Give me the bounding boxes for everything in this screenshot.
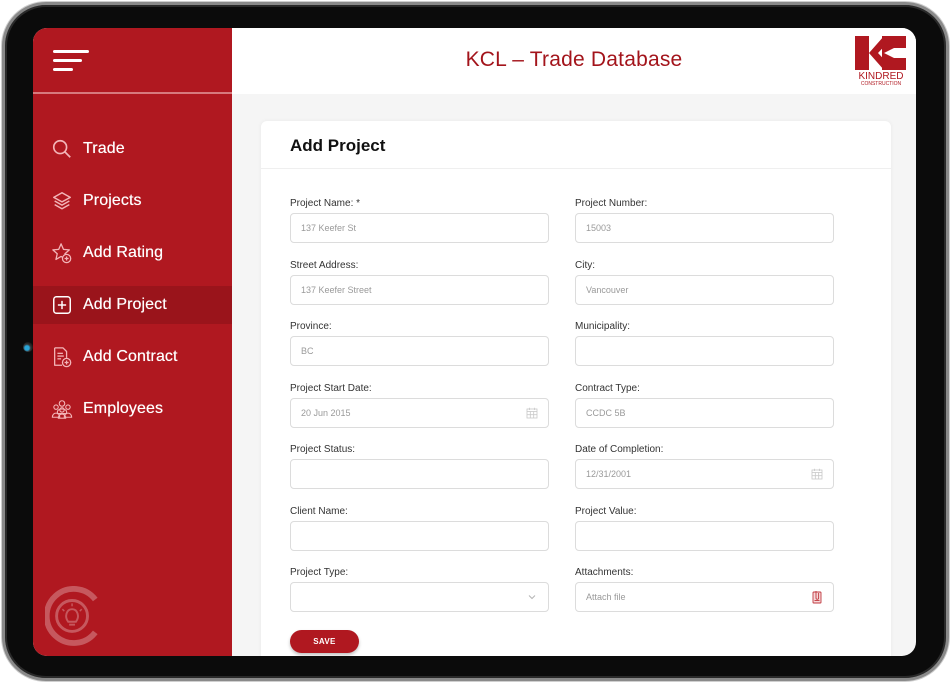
calendar-icon[interactable] [526,407,538,419]
sidebar-nav: Trade Projects Add Rating Add Project Ad… [33,130,232,442]
people-icon [51,398,73,420]
sidebar-item-label: Employees [83,400,164,417]
plus-square-icon [51,294,73,316]
province-input[interactable]: BC [290,336,549,366]
municipality-label: Municipality: [575,321,631,332]
project-name-label: Project Name: * [290,198,361,209]
province-field: Province: BC [290,320,550,366]
city-field: City: Vancouver [575,259,835,305]
client-name-field: Client Name: [290,505,550,551]
svg-text:CONSTRUCTION: CONSTRUCTION [861,81,902,87]
document-add-icon [51,346,73,368]
contract-type-input[interactable]: CCDC 5B [575,397,834,428]
project-name-field: Project Name: * 137 Keefer St [290,197,550,243]
project-name-placeholder: 137 Keefer St [301,223,357,233]
menu-icon[interactable] [53,50,91,74]
project-type-field: Project Type: [290,566,550,612]
attachments-field: Attachments: Attach file [575,566,835,612]
attachment-icon[interactable] [811,591,823,604]
sidebar-item-add-project[interactable]: Add Project [33,286,232,324]
save-button[interactable]: SAVE [290,630,359,653]
sidebar-item-add-rating[interactable]: Add Rating [33,234,232,272]
attachments-label: Attachments: [575,567,634,578]
date-of-completion-placeholder: 12/31/2001 [586,469,632,479]
client-name-input[interactable] [290,520,549,551]
sidebar-item-trade[interactable]: Trade [33,130,232,168]
date-of-completion-field: Date of Completion: 12/31/2001 [575,443,835,489]
project-number-placeholder: 15003 [586,223,612,233]
sidebar-item-projects[interactable]: Projects [33,182,232,220]
project-status-label: Project Status: [290,444,356,455]
street-address-label: Street Address: [290,259,359,271]
sidebar-item-employees[interactable]: Employees [33,390,232,428]
province-placeholder: BC [301,346,314,356]
layers-icon [51,190,73,212]
camera-icon [23,342,33,352]
calendar-icon[interactable] [811,468,823,480]
project-number-field: Project Number: 15003 [575,197,835,243]
sidebar-header [33,28,232,94]
app-screen: Trade Projects Add Rating Add Project Ad… [33,28,916,656]
add-project-card: Add Project Project Name: * 137 Keefer St… [261,121,891,656]
card-header: Add Project [261,121,891,169]
lightbulb-logo-icon [43,586,103,648]
date-of-completion-input[interactable]: 12/31/2001 [575,459,834,489]
contract-type-placeholder: CCDC 5B [586,407,626,418]
project-start-date-placeholder: 20 Jun 2015 [301,407,351,418]
city-label: City: [575,259,595,271]
sidebar: Trade Projects Add Rating Add Project Ad… [33,28,232,656]
search-icon [51,138,73,160]
province-label: Province: [290,321,332,332]
city-input[interactable]: Vancouver [575,274,834,305]
chevron-down-icon[interactable] [526,591,538,603]
contract-type-field: Contract Type: CCDC 5B [575,382,835,428]
city-placeholder: Vancouver [586,284,629,295]
municipality-input[interactable] [575,336,834,366]
top-bar: KCL – Trade Database KINDRED CONSTRUCTIO… [232,28,916,94]
project-number-input[interactable]: 15003 [575,213,834,243]
attachments-placeholder: Attach file [586,592,626,602]
project-status-input[interactable] [290,459,549,489]
project-value-field: Project Value: [575,505,835,551]
project-status-field: Project Status: [290,443,550,489]
sidebar-item-label: Projects [83,192,142,209]
project-value-input[interactable] [575,520,834,551]
street-address-field: Street Address: 137 Keefer Street [290,259,550,305]
sidebar-item-add-contract[interactable]: Add Contract [33,338,232,376]
sidebar-item-label: Add Rating [83,244,164,261]
page-title: Add Project [290,136,386,155]
star-add-icon [51,242,73,264]
client-name-label: Client Name: [290,505,348,517]
street-address-placeholder: 137 Keefer Street [301,284,372,295]
kindred-logo: KINDRED CONSTRUCTION [854,34,908,88]
project-start-date-field: Project Start Date: 20 Jun 2015 [290,382,550,428]
contract-type-label: Contract Type: [575,382,640,394]
attachments-input[interactable]: Attach file [575,582,834,612]
project-start-date-label: Project Start Date: [290,382,372,394]
app-title: KCL – Trade Database [465,48,683,71]
sidebar-item-label: Trade [83,140,125,157]
project-value-label: Project Value: [575,505,637,517]
sidebar-item-label: Add Project [83,296,167,313]
date-of-completion-label: Date of Completion: [575,444,664,455]
project-start-date-input[interactable]: 20 Jun 2015 [290,397,549,428]
project-name-input[interactable]: 137 Keefer St [290,213,549,243]
sidebar-item-label: Add Contract [83,348,178,365]
project-type-label: Project Type: [290,567,349,578]
project-type-select[interactable] [290,582,549,612]
municipality-field: Municipality: [575,320,835,366]
project-number-label: Project Number: [575,198,648,209]
street-address-input[interactable]: 137 Keefer Street [290,274,549,305]
